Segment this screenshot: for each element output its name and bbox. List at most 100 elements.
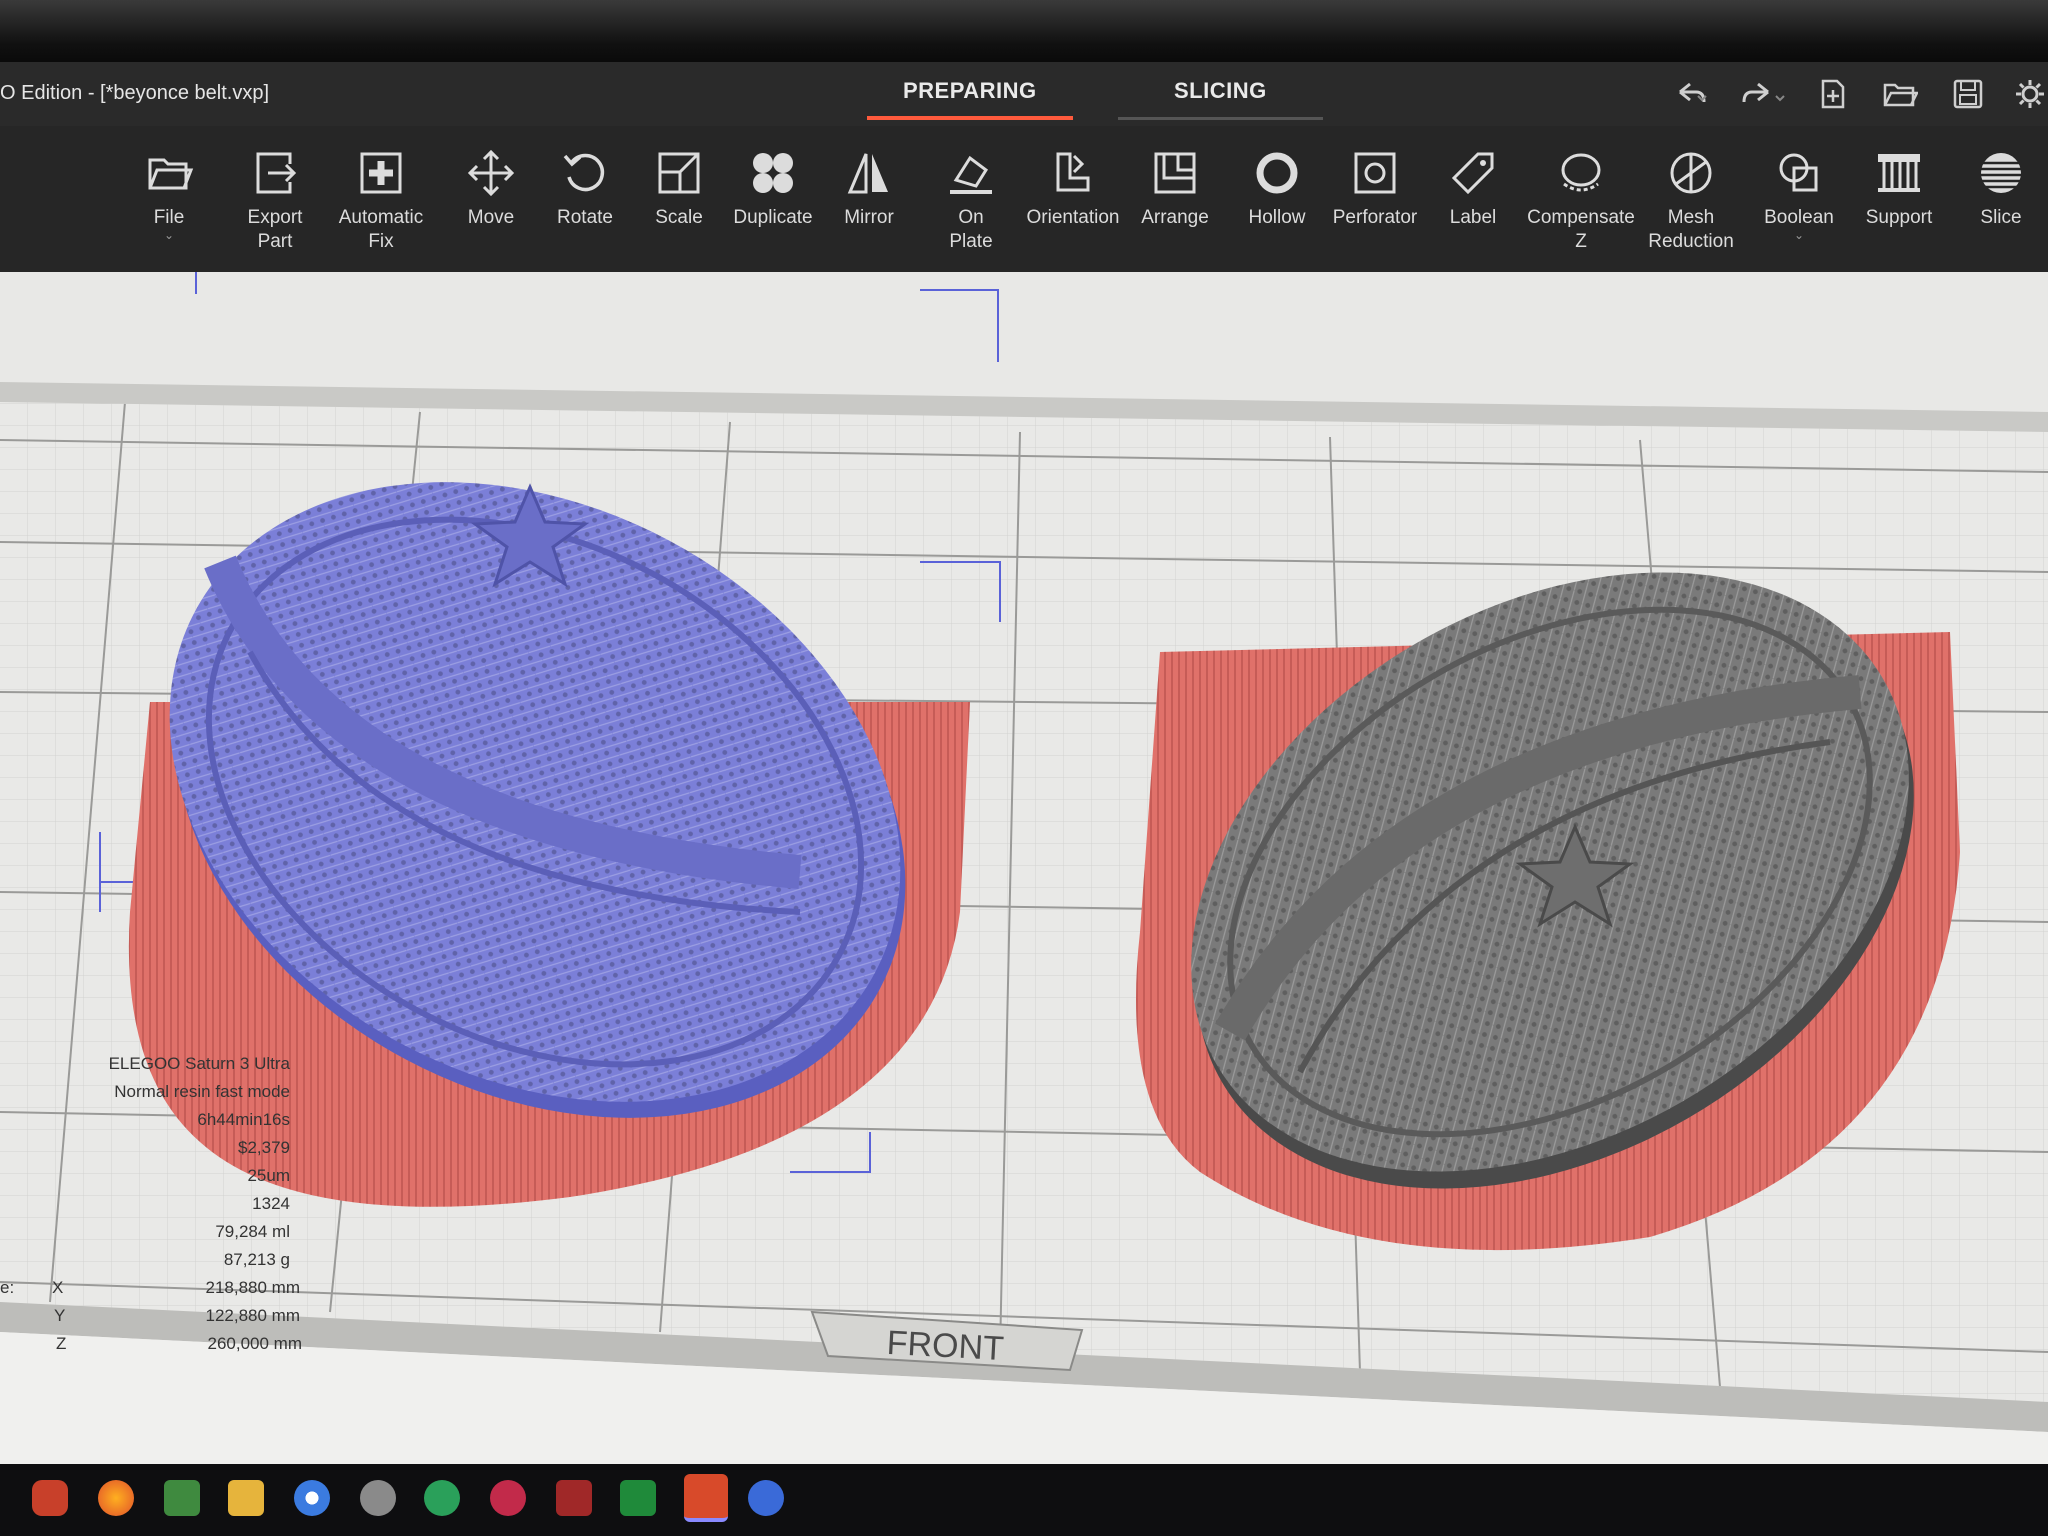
mesh-sphere-icon (1670, 152, 1712, 194)
chevron-down-icon: ⌄ (163, 228, 175, 242)
mirror-icon (847, 153, 888, 194)
save-icon (1953, 79, 1983, 109)
open-folder-button[interactable] (1882, 78, 1918, 110)
chevron-down-icon: ⌄ (1793, 228, 1805, 242)
undo-button[interactable] (1670, 78, 1710, 110)
3d-viewport[interactable]: FRONT ELEGOO Saturn 3 Ultra Normal resin… (0, 272, 2048, 1464)
arrange-label: Arrange (1141, 207, 1209, 228)
on-plate-label: On Plate (949, 207, 993, 252)
monitor-bezel (0, 0, 2048, 62)
slice-layers-icon (1980, 153, 2022, 193)
orientation-icon (1056, 152, 1090, 192)
move-arrows-icon (467, 149, 515, 197)
os-taskbar (0, 1464, 2048, 1536)
slice-label: Slice (1980, 207, 2022, 228)
front-label: FRONT (886, 1324, 1005, 1368)
x-size-value: 218,880 mm (205, 1278, 301, 1297)
app-refresh-icon[interactable] (424, 1480, 460, 1516)
resin-volume: 79,284 ml (215, 1222, 290, 1241)
window-title: O Edition - [*beyonce belt.vxp] (0, 82, 270, 104)
tab-slicing[interactable]: SLICING (1118, 78, 1323, 120)
resin-weight: 87,213 g (223, 1250, 290, 1269)
x-axis-label: X (52, 1278, 64, 1297)
duplicate-button[interactable]: Duplicate (718, 148, 828, 230)
perforator-button[interactable]: Perforator (1320, 148, 1430, 230)
file-label: File (153, 207, 185, 228)
perforator-label: Perforator (1332, 207, 1418, 228)
mesh-reduction-button[interactable]: Mesh Reduction (1636, 148, 1746, 254)
hollow-ring-icon (1256, 152, 1298, 194)
duplicate-label: Duplicate (733, 207, 813, 228)
automatic-fix-button[interactable]: Automatic Fix (326, 148, 436, 254)
chrome-icon[interactable] (294, 1480, 330, 1516)
app-sw-icon[interactable] (556, 1480, 592, 1516)
file-button[interactable]: File ⌄ (114, 148, 224, 242)
mesh-reduction-label: Mesh Reduction (1648, 207, 1734, 252)
support-button[interactable]: Support (1844, 148, 1954, 230)
size-label: e: (0, 1278, 15, 1297)
brave-browser-icon[interactable] (32, 1480, 68, 1516)
orientation-button[interactable]: Orientation (1018, 148, 1128, 230)
print-time: 6h44min16s (197, 1110, 290, 1129)
open-folder-icon (1883, 83, 1918, 107)
duplicate-icon (753, 153, 793, 193)
on-plate-button[interactable]: On Plate (916, 148, 1026, 254)
export-part-button[interactable]: Export Part (220, 148, 330, 254)
medical-plus-icon (360, 152, 402, 194)
firefox-icon[interactable] (98, 1480, 134, 1516)
boolean-icon (1779, 153, 1818, 192)
mirror-button[interactable]: Mirror (814, 148, 924, 230)
boolean-label: Boolean (1764, 207, 1834, 228)
arrange-button[interactable]: Arrange (1120, 148, 1230, 230)
z-size-value: 260,000 mm (207, 1334, 303, 1353)
app-blue-icon[interactable] (748, 1480, 784, 1516)
scale-icon (658, 152, 700, 194)
undo-icon (1679, 82, 1707, 103)
label-label: Label (1449, 207, 1497, 228)
redo-icon (1742, 82, 1785, 103)
y-axis-label: Y (54, 1306, 66, 1325)
support-label: Support (1865, 207, 1933, 228)
main-toolbar: File ⌄ Export Part Automatic Fix Move Ro… (0, 126, 2048, 274)
chitubox-app-icon[interactable] (684, 1474, 728, 1522)
layer-count: 1324 (252, 1194, 290, 1213)
mirror-label: Mirror (844, 207, 894, 228)
compensate-z-label: Compensate Z (1527, 207, 1635, 252)
settings-gear-icon (2016, 80, 2044, 108)
on-plate-icon (950, 155, 992, 194)
label-button[interactable]: Label (1418, 148, 1528, 230)
perforator-icon (1354, 152, 1396, 194)
settings-button[interactable] (2014, 78, 2046, 110)
compensate-z-button[interactable]: Compensate Z (1526, 148, 1636, 254)
rotate-icon (563, 153, 605, 192)
z-axis-label: Z (56, 1334, 67, 1353)
new-project-icon (1821, 79, 1845, 109)
arrange-icon (1154, 152, 1196, 194)
hollow-button[interactable]: Hollow (1222, 148, 1332, 230)
tag-icon (1451, 152, 1494, 195)
boolean-button[interactable]: Boolean ⌄ (1744, 148, 1854, 242)
redo-button[interactable] (1736, 78, 1786, 110)
export-part-label: Export Part (247, 207, 303, 252)
support-icon (1878, 154, 1920, 192)
printer-name: ELEGOO Saturn 3 Ultra (108, 1054, 290, 1073)
file-explorer-icon[interactable] (228, 1480, 264, 1516)
hollow-label: Hollow (1248, 207, 1306, 228)
app-green-icon[interactable] (164, 1480, 200, 1516)
app-green-doc-icon[interactable] (620, 1480, 656, 1516)
build-plate-scene: FRONT (0, 272, 2048, 1464)
orientation-label: Orientation (1026, 207, 1120, 228)
automatic-fix-label: Automatic Fix (338, 207, 424, 252)
app-grey-icon[interactable] (360, 1480, 396, 1516)
new-project-button[interactable] (1818, 78, 1848, 110)
raspberry-pi-icon[interactable] (490, 1480, 526, 1516)
compensate-z-icon (1561, 153, 1601, 192)
print-cost: $2,379 (238, 1138, 290, 1157)
save-button[interactable] (1952, 78, 1984, 110)
slice-button[interactable]: Slice (1946, 148, 2048, 230)
export-icon (256, 152, 297, 194)
title-bar: O Edition - [*beyonce belt.vxp] PREPARIN… (0, 62, 2048, 126)
tab-preparing[interactable]: PREPARING (867, 78, 1073, 120)
y-size-value: 122,880 mm (205, 1306, 301, 1325)
folder-icon (148, 158, 194, 190)
